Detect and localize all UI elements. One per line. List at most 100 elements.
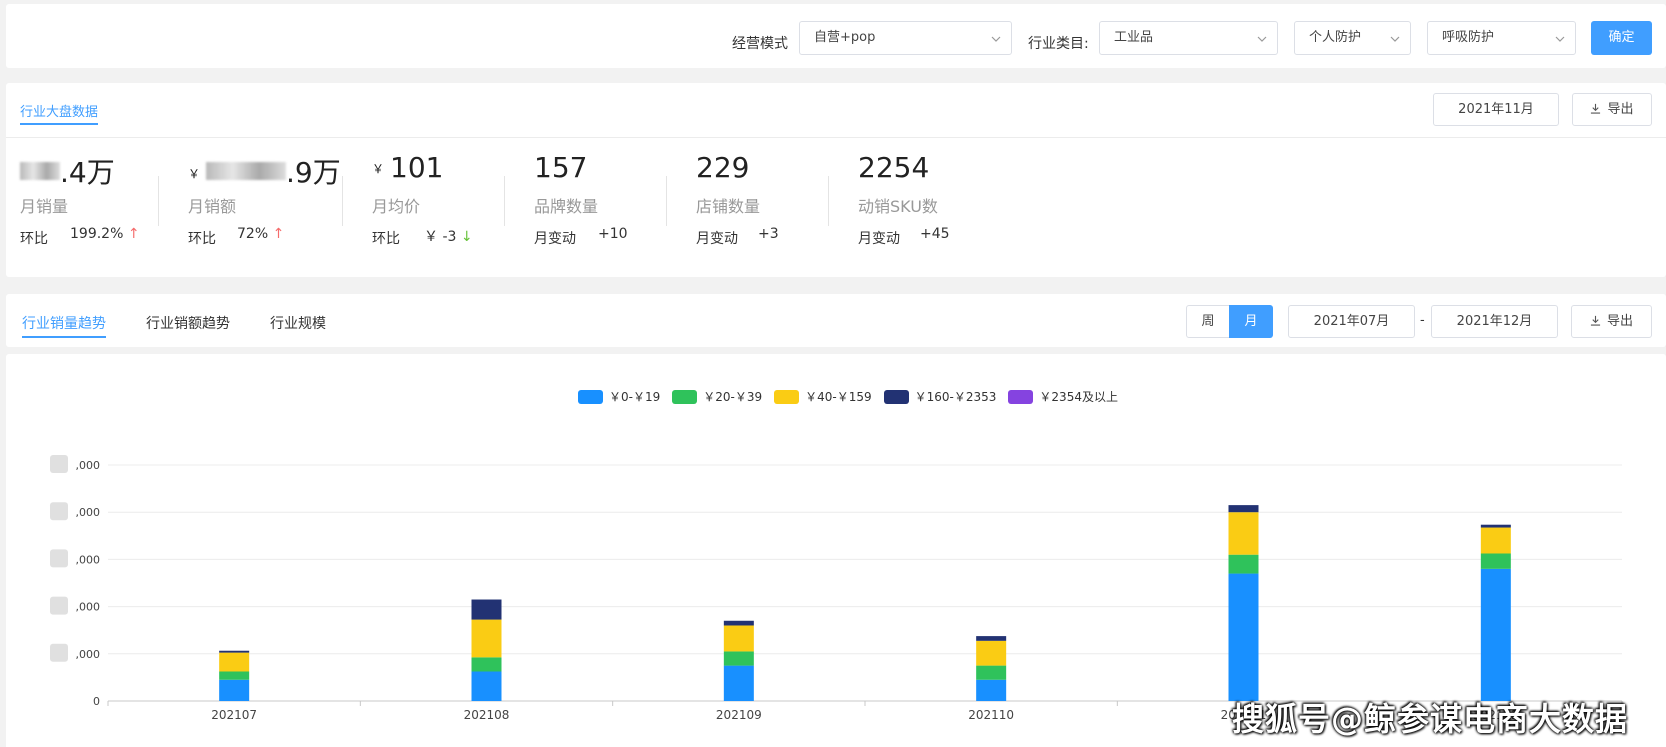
blurred-mask [20, 162, 60, 180]
period-week-button[interactable]: 周 [1186, 305, 1230, 338]
change-value: +3 [758, 226, 779, 242]
tab-industry-overview[interactable]: 行业大盘数据 [20, 101, 99, 125]
x-tick-label: 202108 [464, 708, 510, 722]
store-count-value: 229 [696, 151, 750, 184]
end-month-picker[interactable]: 2021年12月 [1431, 305, 1558, 338]
bar-segment[interactable] [219, 652, 250, 672]
mom-value: ￥ -3 ↓ [424, 229, 473, 245]
bar-segment[interactable] [471, 619, 502, 658]
bar-segment[interactable] [1480, 553, 1511, 569]
divider [828, 176, 829, 226]
mode-select[interactable]: 自营+pop [799, 21, 1012, 55]
export-button[interactable]: 导出 [1571, 305, 1652, 338]
mode-select-value: 自营+pop [814, 30, 876, 45]
change-label: 月变动 [696, 231, 738, 247]
divider [504, 176, 505, 226]
subcategory2-select-value: 呼吸防护 [1442, 30, 1495, 45]
y-tick-label: ,000 [76, 648, 101, 661]
bar-segment[interactable] [723, 620, 754, 626]
sku-count-value: 2254 [858, 151, 930, 184]
bar-segment[interactable] [219, 679, 250, 701]
change-value: +45 [920, 226, 950, 242]
start-month-picker[interactable]: 2021年07月 [1288, 305, 1415, 338]
category-select-value: 工业品 [1114, 30, 1154, 45]
bar-segment[interactable] [976, 636, 1007, 641]
change-label: 月变动 [858, 231, 900, 247]
subcategory1-select[interactable]: 个人防护 [1294, 21, 1411, 55]
store-count-label: 店铺数量 [696, 197, 761, 216]
export-button[interactable]: 导出 [1572, 93, 1652, 126]
bar-segment[interactable] [976, 665, 1007, 680]
chevron-down-icon [1257, 36, 1267, 42]
bar-segment[interactable] [976, 679, 1007, 701]
x-tick-label: 202107 [211, 708, 257, 722]
bar-segment[interactable] [723, 651, 754, 666]
bar-segment[interactable] [1228, 554, 1259, 574]
monthly-volume-label: 月销量 [20, 197, 69, 216]
download-icon [1590, 315, 1601, 326]
confirm-button[interactable]: 确定 [1591, 21, 1652, 55]
export-label: 导出 [1607, 102, 1634, 117]
blurred-mask [50, 549, 68, 568]
brand-count-label: 品牌数量 [534, 197, 599, 216]
bar-segment[interactable] [1480, 527, 1511, 554]
monthly-sales-value: ￥ .9万 [188, 156, 341, 189]
blurred-mask [50, 643, 68, 662]
bar-segment[interactable] [471, 599, 502, 620]
divider [158, 176, 159, 226]
tab-sales-amount-trend[interactable]: 行业销额趋势 [146, 313, 230, 333]
y-tick-label: ,000 [76, 601, 101, 614]
trend-toolbar: 行业销量趋势 行业销额趋势 行业规模 周 月 2021年07月 - 2021年1… [6, 294, 1666, 347]
bar-segment[interactable] [976, 640, 1007, 666]
bar-segment[interactable] [723, 625, 754, 652]
chevron-down-icon [1555, 36, 1565, 42]
tab-industry-scale[interactable]: 行业规模 [270, 313, 326, 333]
bar-segment[interactable] [219, 671, 250, 680]
mom-value: 199.2% ↑ [70, 226, 140, 242]
monthly-volume-value: .4万 [20, 151, 115, 191]
mom-value: 72% ↑ [237, 226, 285, 242]
bar-segment[interactable] [1480, 568, 1511, 701]
avg-price-value: ￥ 101 [372, 151, 444, 184]
filter-bar: 经营模式 自营+pop 行业类目: 工业品 个人防护 呼吸防护 确定 [6, 4, 1666, 68]
subcategory1-select-value: 个人防护 [1309, 30, 1362, 45]
export-label: 导出 [1606, 314, 1633, 329]
chart-panel: ￥0-￥19 ￥20-￥39 ￥40-￥159 ￥160-￥2353 ￥2354… [6, 354, 1666, 747]
month-picker[interactable]: 2021年11月 [1433, 93, 1559, 126]
change-label: 月变动 [534, 231, 576, 247]
mode-label: 经营模式 [732, 36, 788, 52]
category-label: 行业类目: [1028, 36, 1089, 52]
x-tick-label: 202109 [716, 708, 762, 722]
bar-segment[interactable] [219, 650, 250, 653]
divider [6, 137, 1666, 138]
range-separator: - [1420, 313, 1425, 328]
mom-label: 环比 [20, 231, 48, 247]
bar-segment[interactable] [1480, 524, 1511, 528]
bar-segment[interactable] [1228, 512, 1259, 555]
period-month-button[interactable]: 月 [1229, 305, 1273, 338]
stacked-bar-chart: ,000 ,000 ,000 ,000 ,000 0 202107 202108 202109 2… [50, 455, 1623, 722]
subcategory2-select[interactable]: 呼吸防护 [1427, 21, 1576, 55]
bar-segment[interactable] [723, 665, 754, 701]
mom-label: 环比 [372, 231, 400, 247]
bar-segment[interactable] [471, 671, 502, 702]
bar-segment[interactable] [471, 657, 502, 672]
chevron-down-icon [1390, 36, 1400, 42]
y-tick-label: ,000 [76, 553, 101, 566]
avg-price-label: 月均价 [372, 197, 421, 216]
category-select[interactable]: 工业品 [1099, 21, 1278, 55]
divider [342, 176, 343, 226]
download-icon [1591, 103, 1601, 114]
divider [666, 176, 667, 226]
chevron-down-icon [991, 36, 1001, 42]
blurred-mask [50, 596, 68, 615]
y-tick-label: ,000 [76, 459, 101, 472]
bar-segment[interactable] [1228, 573, 1259, 701]
bar-segment[interactable] [1228, 505, 1259, 513]
mom-label: 环比 [188, 231, 216, 247]
monthly-sales-label: 月销额 [188, 197, 237, 216]
watermark-text: 搜狐号@鲸参谋电商大数据 [1231, 700, 1628, 738]
tab-sales-volume-trend[interactable]: 行业销量趋势 [22, 313, 106, 338]
arrow-down-icon: ↓ [456, 229, 473, 245]
blurred-mask [50, 455, 68, 473]
